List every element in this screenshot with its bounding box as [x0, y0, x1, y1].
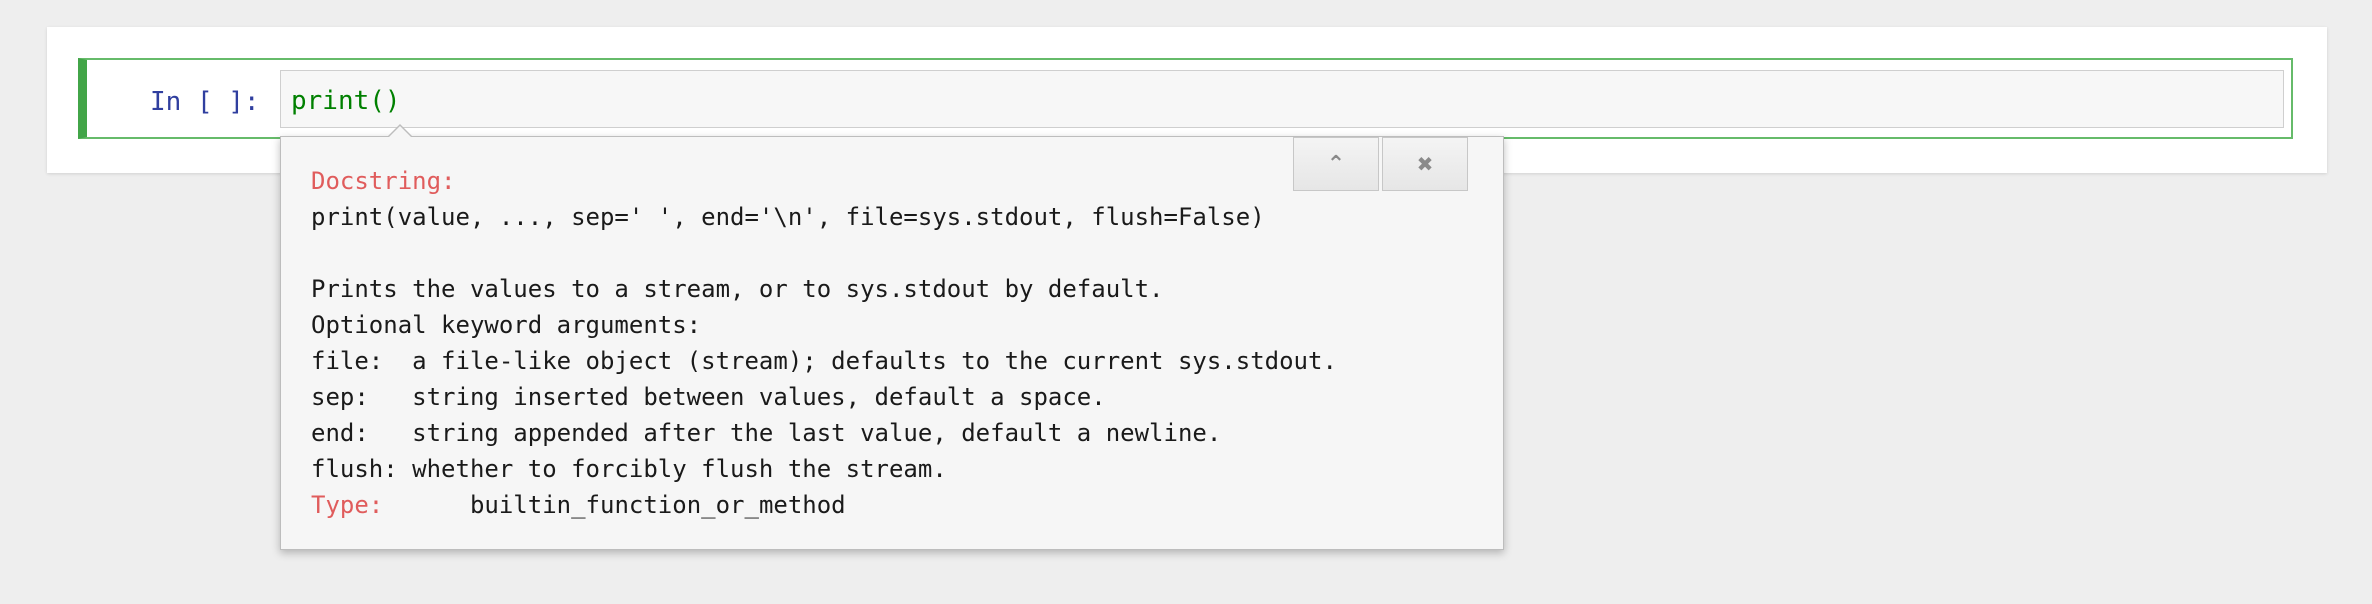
docstring-tooltip: ⌃ ✖ Docstring: print(value, ..., sep=' '… [280, 124, 1504, 550]
doc-line: sep: string inserted between values, def… [311, 383, 1106, 411]
doc-line: end: string appended after the last valu… [311, 419, 1222, 447]
docstring-text: Docstring: print(value, ..., sep=' ', en… [311, 163, 1337, 523]
doc-line: Prints the values to a stream, or to sys… [311, 275, 1164, 303]
code-editor[interactable]: print() [280, 70, 2284, 128]
close-tooltip-button[interactable]: ✖ [1382, 137, 1468, 191]
doc-line: Optional keyword arguments: [311, 311, 702, 339]
docstring-label: Docstring: [311, 167, 456, 195]
type-value: builtin_function_or_method [469, 491, 846, 519]
function-signature: print(value, ..., sep=' ', end='\n', fil… [311, 203, 1265, 231]
close-icon: ✖ [1416, 152, 1434, 176]
doc-line: file: a file-like object (stream); defau… [311, 347, 1337, 375]
code-text[interactable]: print() [291, 86, 401, 116]
tooltip-arrow-fill [389, 126, 411, 137]
input-prompt: In [ ]: [150, 87, 260, 117]
type-label: Type: [311, 491, 384, 519]
doc-line: flush: whether to forcibly flush the str… [311, 455, 947, 483]
